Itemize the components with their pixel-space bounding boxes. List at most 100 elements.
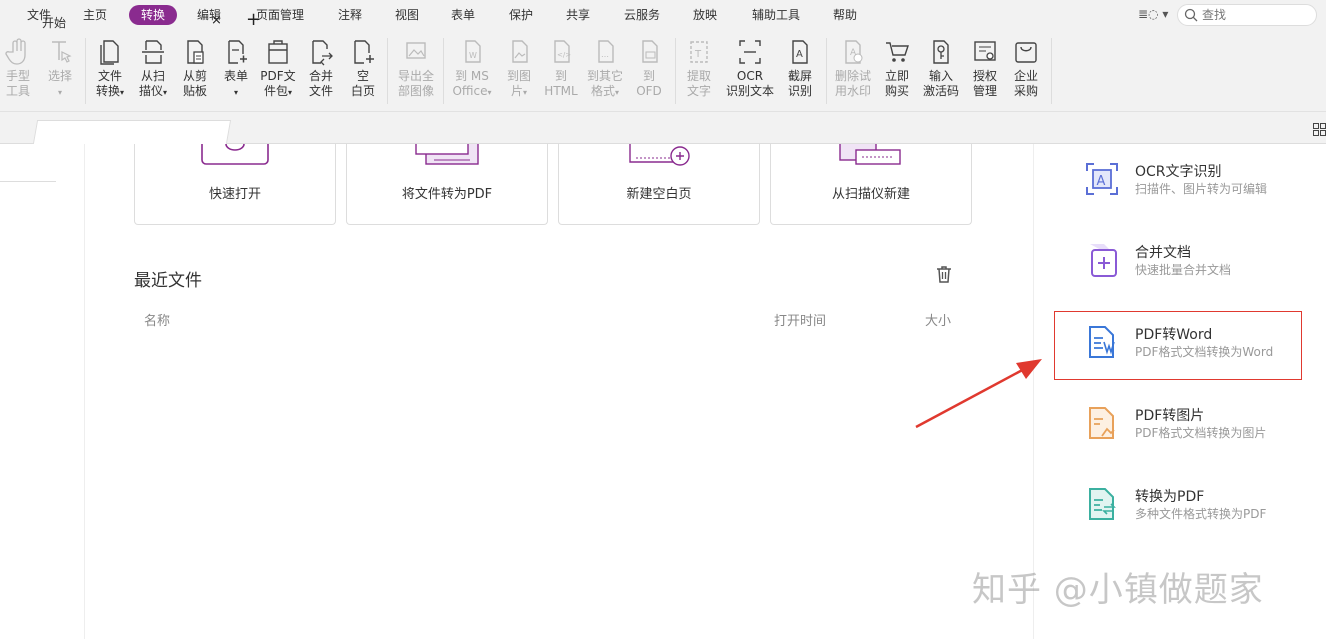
svg-text:…: … <box>601 50 609 59</box>
merge-files-button[interactable]: 合并 文件 <box>303 38 339 108</box>
menu-cloud[interactable]: 云服务 <box>618 5 666 25</box>
to-html-button[interactable]: </> 到 HTML <box>542 38 580 108</box>
file-convert-button[interactable]: 文件 转换▾ <box>90 38 130 108</box>
left-panel <box>0 144 85 639</box>
red-arrow-icon <box>915 359 1042 429</box>
screenshot-ocr-button[interactable]: A 截屏 识别 <box>784 38 816 108</box>
to-office-button[interactable]: W 到 MS Office▾ <box>450 38 494 108</box>
cart-icon <box>886 42 909 62</box>
tab-close-button[interactable]: × <box>211 13 222 28</box>
menu-bar: 文件 主页 转换 编辑 页面管理 注释 视图 表单 保护 共享 云服务 放映 辅… <box>0 0 1326 30</box>
to-ofd-button[interactable]: 到 OFD <box>632 38 666 108</box>
hand-tool-button[interactable]: 手型 工具 <box>2 38 34 108</box>
select-text-icon <box>52 41 72 63</box>
tab-start[interactable] <box>32 120 232 144</box>
menu-view[interactable]: 视图 <box>390 5 424 25</box>
new-tab-button[interactable]: + <box>246 9 261 30</box>
svg-text:A: A <box>796 49 803 60</box>
ocr-button[interactable]: OCR 识别文本 <box>723 38 777 108</box>
search-input[interactable] <box>1202 7 1310 23</box>
form-button[interactable]: 表单 ▾ <box>220 38 252 108</box>
column-name[interactable]: 名称 <box>144 310 170 329</box>
tab-start-label: 开始 <box>42 16 67 30</box>
license-management-button[interactable]: 授权 管理 <box>969 38 1001 108</box>
card-label: 快速打开 <box>208 187 261 202</box>
menu-protect[interactable]: 保护 <box>504 5 538 25</box>
screenshot-ocr-icon: A <box>792 40 808 64</box>
select-tool-button[interactable]: 选择 ▾ <box>44 38 76 108</box>
watermark-text: 知乎 @小镇做题家 <box>972 570 1264 610</box>
form-add-icon <box>228 40 247 64</box>
merge-docs-feature[interactable]: 合并文档 快速批量合并文档 <box>1084 242 1304 282</box>
grid-view-icon[interactable] <box>1313 123 1326 136</box>
doc-to-html-icon: </> <box>554 40 571 63</box>
menu-slideshow[interactable]: 放映 <box>688 5 722 25</box>
merge-docs-icon <box>1090 244 1117 277</box>
doc-to-ofd-icon <box>642 40 658 63</box>
buy-now-button[interactable]: 立即 购买 <box>881 38 913 108</box>
document-tab-bar <box>0 112 1326 144</box>
to-image-button[interactable]: 到图 片▾ <box>502 38 536 108</box>
to-other-format-button[interactable]: … 到其它 格式▾ <box>583 38 627 108</box>
ocr-icon <box>739 40 761 64</box>
menu-assist-tools[interactable]: 辅助工具 <box>746 5 806 25</box>
doc-to-other-icon: … <box>598 40 614 63</box>
card-label: 新建空白页 <box>626 187 692 202</box>
export-images-icon <box>406 42 426 59</box>
convert-to-pdf-feature[interactable]: 转换为PDF 多种文件格式转换为PDF <box>1084 486 1304 526</box>
feature-title: OCR文字识别 <box>1135 164 1222 180</box>
merge-icon <box>312 40 333 66</box>
enterprise-purchase-button[interactable]: 企业 采购 <box>1010 38 1042 108</box>
feature-desc: 扫描件、图片转为可编辑 <box>1135 182 1268 196</box>
menu-help[interactable]: 帮助 <box>828 5 862 25</box>
card-label: 将文件转为PDF <box>401 187 493 202</box>
quick-open-card[interactable]: 快速打开 <box>134 144 336 225</box>
menu-form[interactable]: 表单 <box>446 5 480 25</box>
extract-text-icon: T <box>690 41 708 63</box>
menu-convert[interactable]: 转换 <box>129 5 177 25</box>
pdf-to-image-feature[interactable]: PDF转图片 PDF格式文档转换为图片 <box>1084 405 1304 445</box>
card-label: 从扫描仪新建 <box>831 187 910 202</box>
svg-text:</>: </> <box>557 51 571 59</box>
svg-text:A: A <box>850 48 857 58</box>
menu-share[interactable]: 共享 <box>561 5 595 25</box>
menu-annotate[interactable]: 注释 <box>333 5 367 25</box>
trash-icon[interactable] <box>934 264 954 284</box>
new-from-scanner-card[interactable]: 从扫描仪新建 <box>770 144 972 225</box>
enterprise-bag-icon <box>1015 42 1037 63</box>
remove-watermark-button[interactable]: A 删除试 用水印 <box>832 38 874 108</box>
search-box[interactable] <box>1177 4 1317 26</box>
recent-files-title: 最近文件 <box>134 271 202 291</box>
documents-stack-icon <box>415 144 479 165</box>
blank-page-icon <box>354 40 374 64</box>
clipboard-button[interactable]: 从剪 贴板 <box>177 38 213 108</box>
feature-title: PDF转图片 <box>1135 408 1205 424</box>
package-icon <box>268 40 288 64</box>
menu-home[interactable]: 主页 <box>78 5 112 25</box>
highlight-box <box>1054 311 1302 380</box>
export-images-button[interactable]: 导出全 部图像 <box>395 38 437 108</box>
activation-code-button[interactable]: 输入 激活码 <box>920 38 962 108</box>
feature-desc: PDF格式文档转换为图片 <box>1135 426 1267 440</box>
ocr-feature[interactable]: A OCR文字识别 扫描件、图片转为可编辑 <box>1084 161 1304 201</box>
new-page-icon <box>629 144 690 166</box>
search-icon <box>1184 8 1198 22</box>
scan-button[interactable]: 从扫 描仪▾ <box>133 38 173 108</box>
scanner-icon <box>142 40 164 64</box>
doc-to-image-icon <box>512 40 528 63</box>
doc-to-office-icon: W <box>465 40 481 63</box>
svg-text:T: T <box>694 49 702 60</box>
pdf-to-image-icon <box>1089 407 1115 439</box>
new-blank-page-card[interactable]: 新建空白页 <box>558 144 760 225</box>
pdf-package-button[interactable]: PDF文 件包▾ <box>258 38 298 108</box>
column-size[interactable]: 大小 <box>925 310 951 329</box>
blank-page-button[interactable]: 空白页 <box>347 38 379 108</box>
layout-icon[interactable]: ≣◌ ▾ <box>1138 7 1168 21</box>
column-open-time[interactable]: 打开时间 <box>774 310 826 329</box>
remove-watermark-icon: A <box>845 40 863 64</box>
svg-text:A: A <box>1097 174 1106 189</box>
extract-text-button[interactable]: T 提取 文字 <box>682 38 716 108</box>
convert-to-pdf-card[interactable]: 将文件转为PDF <box>346 144 548 225</box>
convert-to-pdf-icon <box>1089 488 1116 520</box>
ocr-scan-icon: A <box>1086 163 1118 195</box>
